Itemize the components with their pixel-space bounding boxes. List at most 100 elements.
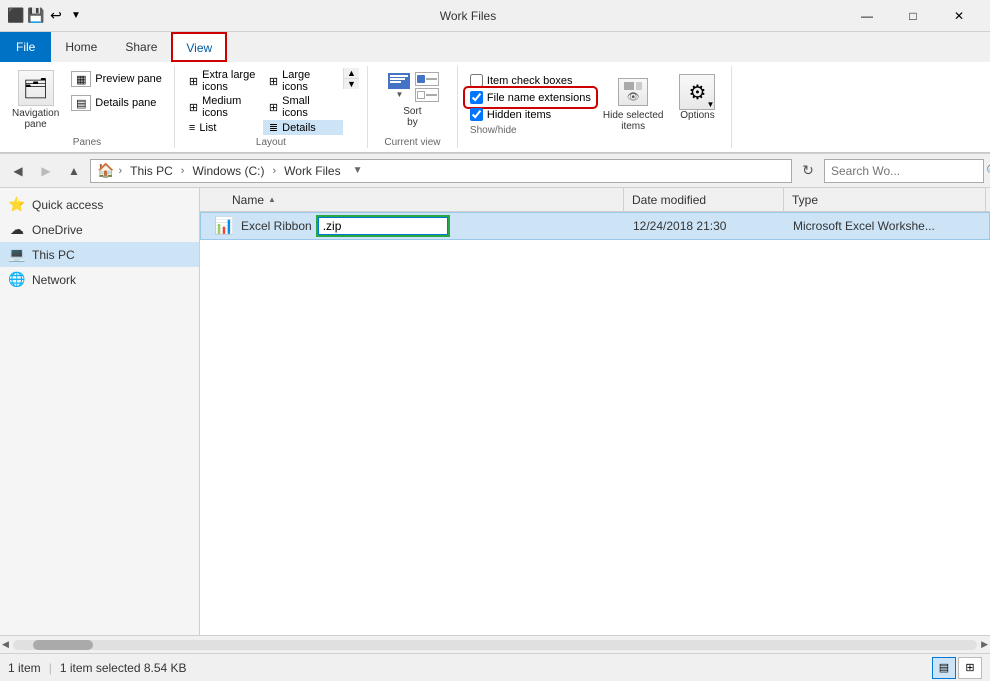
sort-by-icon-main: ▼ — [385, 68, 413, 104]
details-view-button[interactable]: ▤ — [932, 657, 956, 679]
sidebar-item-network[interactable]: 🌐 Network — [0, 267, 199, 292]
small-icon: ⊞ — [269, 101, 278, 114]
file-list: Name ▲ Date modified Type 📊 Excel Ribbon… — [200, 188, 990, 635]
layout-details[interactable]: ≣ Details — [263, 120, 343, 135]
hidden-items-label: Hidden items — [487, 109, 551, 121]
show-hide-group-label: Show/hide — [466, 125, 595, 136]
main-layout: ⭐ Quick access ☁ OneDrive 💻 This PC 🌐 Ne… — [0, 188, 990, 635]
file-row[interactable]: 📊 Excel Ribbon 12/24/2018 21:30 Microsof… — [200, 212, 990, 240]
column-header-name[interactable]: Name ▲ — [224, 188, 624, 211]
sort-icon-2[interactable] — [415, 88, 439, 102]
status-bar: 1 item | 1 item selected 8.54 KB ▤ ⊞ — [0, 653, 990, 681]
nav-pane-icon: 🗂 — [18, 70, 54, 106]
file-name-extensions-label: File name extensions — [487, 92, 591, 104]
item-count: 1 item — [8, 661, 41, 675]
options-section: ⚙ ▼ Options — [671, 68, 723, 123]
maximize-button[interactable]: □ — [890, 0, 936, 32]
forward-button[interactable]: ▶ — [34, 159, 58, 183]
layout-row-1: ⊞ Extra large icons ⊞ Large icons — [183, 68, 343, 94]
details-label: Details — [282, 122, 316, 134]
up-button[interactable]: ▲ — [62, 159, 86, 183]
search-icon: 🔍 — [986, 164, 990, 178]
tab-file[interactable]: File — [0, 32, 51, 62]
options-button[interactable]: ⚙ ▼ Options — [671, 72, 723, 123]
item-check-boxes-label: Item check boxes — [487, 75, 573, 87]
ribbon-group-show-hide: Item check boxes File name extensions Hi… — [458, 66, 733, 148]
preview-details-panes: ▦ Preview pane ▤ Details pane — [67, 68, 166, 114]
item-check-boxes-checkbox[interactable] — [470, 74, 483, 87]
sidebar-item-onedrive[interactable]: ☁ OneDrive — [0, 217, 199, 242]
layout-group-label: Layout — [256, 137, 286, 148]
hidden-items-checkbox[interactable] — [470, 108, 483, 121]
sort-icon-1[interactable] — [415, 72, 439, 86]
scroll-right-arrow[interactable]: ▶ — [981, 639, 988, 650]
layout-row-2: ⊞ Medium icons ⊞ Small icons — [183, 94, 343, 120]
this-pc-icon: 💻 — [8, 246, 26, 263]
path-home-icon: 🏠 — [97, 162, 114, 179]
file-date-cell: 12/24/2018 21:30 — [625, 219, 785, 233]
path-work-files[interactable]: Work Files — [280, 163, 344, 179]
item-check-boxes-row[interactable]: Item check boxes — [466, 72, 595, 89]
address-input[interactable]: 🏠 › This PC › Windows (C:) › Work Files … — [90, 159, 792, 183]
list-icon: ≡ — [189, 122, 195, 134]
preview-pane-label: Preview pane — [95, 73, 162, 85]
path-this-pc[interactable]: This PC — [126, 163, 177, 179]
path-windows-c[interactable]: Windows (C:) — [188, 163, 268, 179]
hide-selected-button[interactable]: 👁 Hide selected items — [595, 72, 672, 134]
details-pane-label: Details pane — [95, 97, 156, 109]
layout-scroll-up[interactable]: ▲ — [344, 68, 359, 79]
address-dropdown-arrow[interactable]: ▼ — [353, 165, 363, 176]
hide-selected-icon: 👁 — [615, 74, 651, 110]
ribbon-group-current-view: ▼ Sortby — [368, 66, 458, 148]
scrollbar-area: ◀ ▶ — [0, 635, 990, 653]
scroll-left-arrow[interactable]: ◀ — [2, 639, 9, 650]
hidden-items-row[interactable]: Hidden items — [466, 106, 595, 123]
this-pc-label: This PC — [32, 248, 75, 262]
extra-large-icon: ⊞ — [189, 75, 198, 88]
scrollbar-thumb[interactable] — [33, 640, 93, 650]
address-bar: ◀ ▶ ▲ 🏠 › This PC › Windows (C:) › Work … — [0, 154, 990, 188]
file-date: 12/24/2018 21:30 — [633, 219, 726, 233]
preview-pane-button[interactable]: ▦ Preview pane — [67, 68, 166, 90]
layout-small[interactable]: ⊞ Small icons — [263, 94, 343, 120]
layout-extra-large[interactable]: ⊞ Extra large icons — [183, 68, 263, 94]
medium-icon: ⊞ — [189, 101, 198, 114]
large-icons-view-button[interactable]: ⊞ — [958, 657, 982, 679]
file-name-cell: 📊 Excel Ribbon — [205, 216, 625, 236]
current-view-items: ▼ Sortby — [385, 68, 439, 135]
tab-home[interactable]: Home — [51, 32, 111, 62]
navigation-pane-button[interactable]: 🗂 Navigationpane — [8, 68, 63, 132]
layout-large[interactable]: ⊞ Large icons — [263, 68, 343, 94]
details-pane-button[interactable]: ▤ Details pane — [67, 92, 166, 114]
file-list-empty[interactable] — [200, 240, 990, 635]
scrollbar-track[interactable] — [13, 640, 977, 650]
tab-share[interactable]: Share — [111, 32, 171, 62]
back-button[interactable]: ◀ — [6, 159, 30, 183]
file-name-edit-input[interactable] — [318, 217, 448, 235]
file-name-extensions-row[interactable]: File name extensions — [466, 89, 595, 106]
options-icon: ⚙ ▼ — [679, 74, 715, 110]
show-hide-checkboxes: Item check boxes File name extensions Hi… — [466, 68, 595, 136]
layout-medium[interactable]: ⊞ Medium icons — [183, 94, 263, 120]
file-name-text: Excel Ribbon — [241, 219, 312, 233]
layout-list[interactable]: ≡ List — [183, 120, 263, 135]
sidebar-item-quick-access[interactable]: ⭐ Quick access — [0, 192, 199, 217]
column-header-date[interactable]: Date modified — [624, 188, 784, 211]
column-header-type[interactable]: Type — [784, 188, 986, 211]
selected-info: 1 item selected 8.54 KB — [60, 661, 187, 675]
refresh-button[interactable]: ↻ — [796, 159, 820, 183]
hide-selected-label: Hide selected items — [603, 110, 664, 132]
layout-scroll-down[interactable]: ▼ — [344, 79, 359, 89]
close-button[interactable]: ✕ — [936, 0, 982, 32]
file-name-extensions-checkbox[interactable] — [470, 91, 483, 104]
search-input[interactable] — [831, 164, 986, 178]
network-label: Network — [32, 273, 76, 287]
sidebar-item-this-pc[interactable]: 💻 This PC — [0, 242, 199, 267]
file-list-header: Name ▲ Date modified Type — [200, 188, 990, 212]
onedrive-icon: ☁ — [8, 221, 26, 238]
ribbon-group-layout: ⊞ Extra large icons ⊞ Large icons ⊞ Medi… — [175, 66, 368, 148]
nav-pane-label: Navigationpane — [12, 108, 59, 130]
tab-view[interactable]: View — [171, 32, 227, 62]
minimize-button[interactable]: — — [844, 0, 890, 32]
sort-by-icons: ▼ — [385, 68, 439, 104]
